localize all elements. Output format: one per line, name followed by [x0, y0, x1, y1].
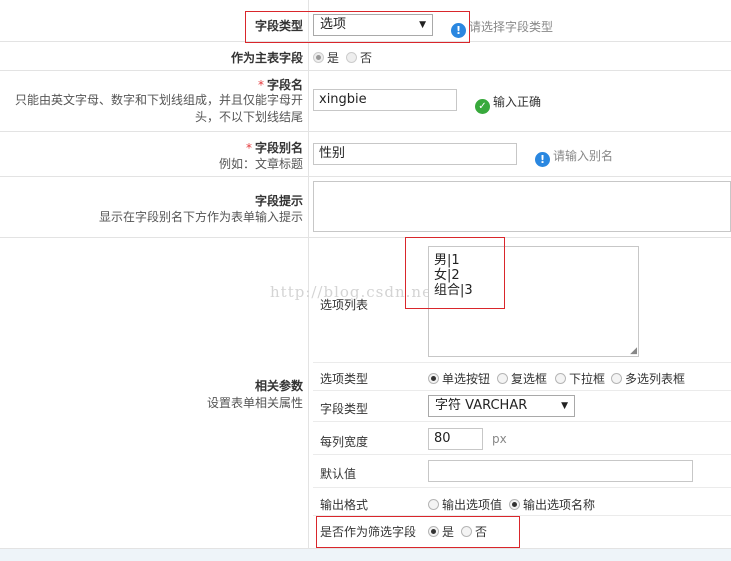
option-list-label: 选项列表: [320, 298, 369, 312]
highlight-box: [405, 237, 505, 309]
related-params-desc: 设置表单相关属性: [206, 396, 303, 410]
check-icon: ✓: [475, 99, 490, 114]
field-name-status: ✓ 输入正确: [475, 93, 541, 114]
footer-bar: [0, 549, 731, 561]
default-value-input[interactable]: [428, 460, 693, 482]
field-alias-hint: ! 请输入别名: [535, 147, 613, 167]
column-width-label: 每列宽度: [320, 435, 369, 449]
field-alias-input[interactable]: 性别: [313, 143, 517, 165]
subrow-divider: [313, 454, 731, 455]
radio-icon: [313, 52, 324, 63]
subrow-divider: [313, 421, 731, 422]
default-value-label: 默认值: [320, 467, 357, 481]
option-type-radio-dropdown[interactable]: 下拉框: [555, 370, 605, 387]
highlight-box: [316, 516, 520, 548]
radio-icon: [497, 373, 508, 384]
subrow-divider: [313, 362, 731, 363]
highlight-box: [245, 11, 470, 43]
column-width-input[interactable]: 80: [428, 428, 483, 450]
output-format-label: 输出格式: [320, 498, 369, 512]
info-icon: !: [535, 152, 550, 167]
field-tip-desc: 显示在字段别名下方作为表单输入提示: [98, 210, 303, 224]
field-tip-label: 字段提示: [254, 194, 303, 208]
row-divider: [0, 131, 731, 132]
column-type-select[interactable]: 字符 VARCHAR ▼: [428, 395, 575, 417]
primary-field-radio-no[interactable]: 否: [346, 49, 372, 66]
row-divider: [0, 70, 731, 71]
subrow-divider: [313, 390, 731, 391]
column-type-label: 字段类型: [320, 402, 369, 416]
field-name-label: * 字段名: [257, 78, 303, 92]
option-type-label: 选项类型: [320, 372, 369, 386]
option-type-radio-checkbox[interactable]: 复选框: [497, 370, 547, 387]
column-type-value: 字符 VARCHAR: [435, 398, 528, 413]
field-name-desc: 只能由英文字母、数字和下划线组成，并且仅能字母开头，不以下划线结尾: [14, 93, 303, 124]
row-divider: [0, 176, 731, 177]
column-width-unit: px: [492, 432, 507, 446]
field-tip-textarea[interactable]: [313, 181, 731, 232]
field-name-input[interactable]: xingbie: [313, 89, 457, 111]
resize-handle-icon[interactable]: ◢: [630, 347, 637, 356]
radio-icon: [346, 52, 357, 63]
primary-field-radio-yes[interactable]: 是: [313, 49, 339, 66]
radio-icon: [611, 373, 622, 384]
output-format-radio-name[interactable]: 输出选项名称: [509, 496, 595, 513]
output-format-radio-value[interactable]: 输出选项值: [428, 496, 502, 513]
field-alias-desc: 例如：文章标题: [218, 157, 303, 171]
radio-icon: [555, 373, 566, 384]
row-divider: [0, 237, 731, 238]
chevron-down-icon: ▼: [561, 401, 568, 411]
option-type-radio-single[interactable]: 单选按钮: [428, 370, 490, 387]
related-params-label: 相关参数: [254, 379, 303, 393]
option-type-radio-multilist[interactable]: 多选列表框: [611, 370, 685, 387]
field-alias-label: * 字段别名: [245, 141, 303, 155]
primary-field-label: 作为主表字段: [230, 51, 303, 65]
subrow-divider: [313, 487, 731, 488]
radio-icon: [509, 499, 520, 510]
radio-icon: [428, 373, 439, 384]
radio-icon: [428, 499, 439, 510]
column-divider: [308, 0, 309, 548]
